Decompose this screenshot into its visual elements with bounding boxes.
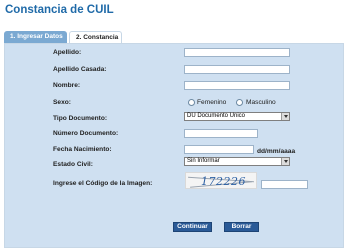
chevron-down-icon[interactable] bbox=[281, 158, 289, 165]
apellido-casada-label: Apellido Casada: bbox=[53, 66, 107, 73]
apellido-input[interactable] bbox=[184, 48, 290, 57]
numero-documento-label: Número Documento: bbox=[53, 130, 119, 137]
sexo-masculino-radio[interactable] bbox=[236, 99, 243, 106]
estado-civil-select[interactable]: Sin Informar bbox=[184, 157, 290, 166]
sexo-label: Sexo: bbox=[53, 99, 71, 106]
borrar-button[interactable]: Borrar bbox=[224, 222, 259, 232]
estado-civil-value: Sin Informar bbox=[187, 158, 220, 164]
numero-documento-input[interactable] bbox=[184, 129, 258, 138]
chevron-down-icon[interactable] bbox=[281, 113, 289, 120]
estado-civil-label: Estado Civil: bbox=[53, 161, 93, 168]
tipo-documento-select[interactable]: DU Documento Unico bbox=[184, 112, 290, 121]
continuar-button[interactable]: Continuar bbox=[173, 222, 212, 232]
captcha-image: 172226 bbox=[185, 172, 257, 189]
page-title: Constancia de CUIL bbox=[5, 4, 114, 16]
fecha-format-hint: dd/mm/aaaa bbox=[257, 148, 296, 155]
nombre-label: Nombre: bbox=[53, 82, 81, 89]
apellido-casada-input[interactable] bbox=[184, 65, 290, 74]
fecha-nacimiento-label: Fecha Nacimiento: bbox=[53, 146, 112, 153]
sexo-femenino-label: Femenino bbox=[197, 99, 227, 106]
tab-constancia[interactable]: 2. Constancia bbox=[69, 31, 122, 43]
fecha-nacimiento-input[interactable] bbox=[184, 145, 254, 154]
captcha-code: 172226 bbox=[201, 175, 246, 188]
sexo-masculino-label: Masculino bbox=[246, 99, 276, 106]
captcha-input[interactable] bbox=[261, 180, 308, 189]
apellido-label: Apellido: bbox=[53, 49, 82, 56]
captcha-label: Ingrese el Código de la Imagen: bbox=[53, 180, 153, 187]
tab-ingresar-datos[interactable]: 1. Ingresar Datos bbox=[4, 31, 67, 43]
tipo-documento-value: DU Documento Unico bbox=[187, 113, 246, 119]
tipo-documento-label: Tipo Documento: bbox=[53, 115, 108, 122]
nombre-input[interactable] bbox=[184, 81, 290, 90]
sexo-femenino-radio[interactable] bbox=[188, 99, 195, 106]
